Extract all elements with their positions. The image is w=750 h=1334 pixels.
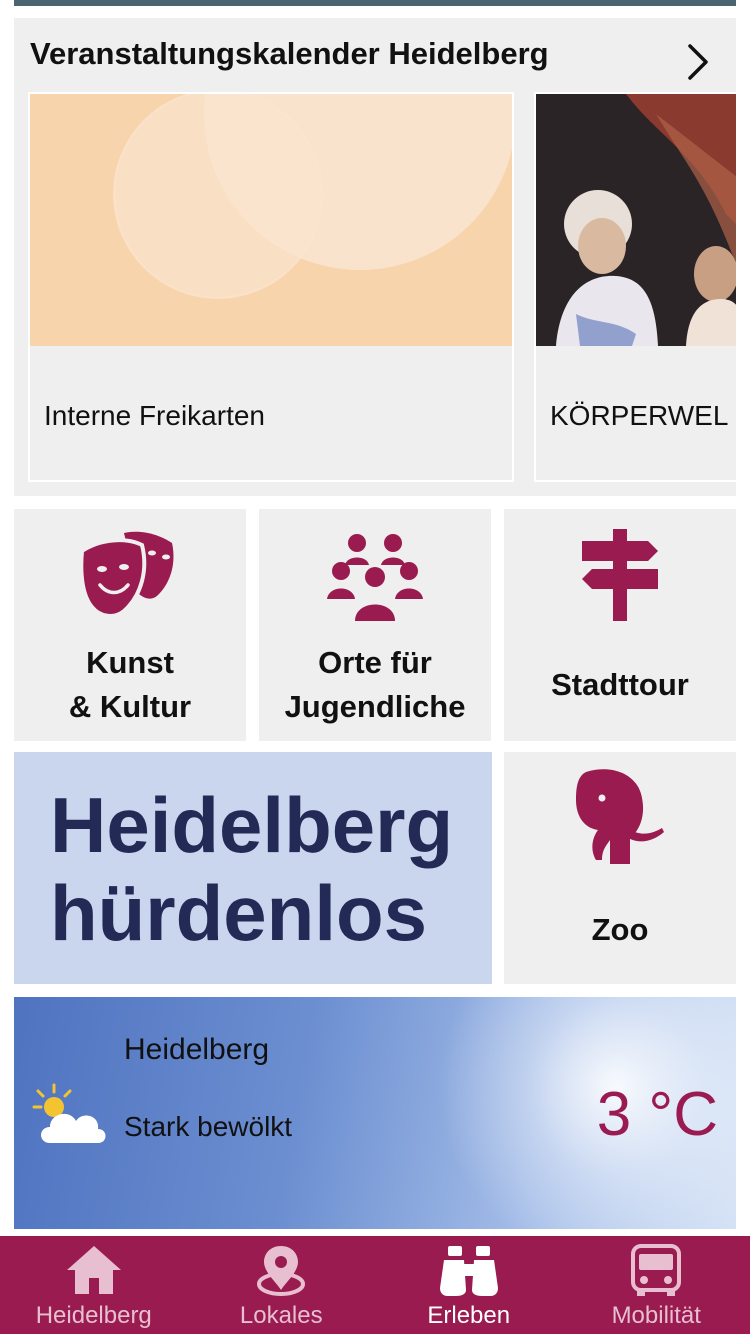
tile-stadttour[interactable]: Stadttour xyxy=(504,509,736,741)
tab-label: Erleben xyxy=(427,1302,511,1329)
home-icon xyxy=(66,1246,121,1294)
banner-line-2: hürdenlos xyxy=(50,869,428,957)
tab-heidelberg[interactable]: Heidelberg xyxy=(0,1236,188,1334)
tile-label: Jugendliche xyxy=(284,689,466,724)
people-group-icon xyxy=(327,534,423,621)
banner-line-1: Heidelberg xyxy=(50,781,454,869)
tab-erleben[interactable]: Erleben xyxy=(375,1236,563,1334)
status-bar-band xyxy=(14,0,736,6)
theater-masks-icon xyxy=(80,531,174,618)
tile-label: Orte für xyxy=(318,645,432,680)
tab-label: Mobilität xyxy=(611,1302,701,1329)
tile-zoo[interactable]: Zoo xyxy=(504,752,736,984)
tab-bar: Heidelberg Lokales Erleben Mobilität xyxy=(0,1236,750,1334)
event-card-koerperwelten[interactable]: KÖRPERWEL xyxy=(534,92,736,482)
location-pin-icon xyxy=(257,1246,306,1296)
signpost-icon xyxy=(582,529,658,621)
weather-temperature: 3 °C xyxy=(596,1080,718,1149)
binoculars-icon xyxy=(439,1246,498,1296)
tile-label: Zoo xyxy=(591,912,649,947)
hurdenlos-banner[interactable]: Heidelberg hürdenlos xyxy=(14,752,492,984)
tile-kunst-kultur[interactable]: Kunst & Kultur xyxy=(14,509,246,741)
tab-mobilitaet[interactable]: Mobilität xyxy=(563,1236,750,1334)
section-title[interactable]: Veranstaltungskalender Heidelberg xyxy=(30,36,549,72)
event-image xyxy=(30,94,512,346)
tile-label: Kunst xyxy=(86,645,174,680)
tab-label: Heidelberg xyxy=(35,1302,152,1329)
weather-city: Heidelberg xyxy=(124,1033,270,1066)
tab-lokales[interactable]: Lokales xyxy=(188,1236,376,1334)
event-calendar-section: Veranstaltungskalender Heidelberg Intern… xyxy=(14,18,736,496)
tab-label: Lokales xyxy=(239,1302,323,1329)
bus-icon xyxy=(631,1244,682,1296)
event-image xyxy=(536,94,736,346)
event-label: Interne Freikarten xyxy=(44,400,265,431)
event-label: KÖRPERWEL xyxy=(550,400,729,431)
event-card-freikarten[interactable]: Interne Freikarten xyxy=(28,92,514,482)
tile-label: & Kultur xyxy=(68,689,192,724)
partly-cloudy-icon xyxy=(32,1083,106,1143)
chevron-right-icon[interactable] xyxy=(682,42,712,82)
elephant-icon xyxy=(576,769,664,864)
tile-orte-jugendliche[interactable]: Orte für Jugendliche xyxy=(259,509,491,741)
weather-widget[interactable]: Heidelberg Stark bewölkt 3 °C xyxy=(14,997,736,1229)
weather-condition: Stark bewölkt xyxy=(124,1111,293,1142)
tile-label: Stadttour xyxy=(551,667,689,702)
